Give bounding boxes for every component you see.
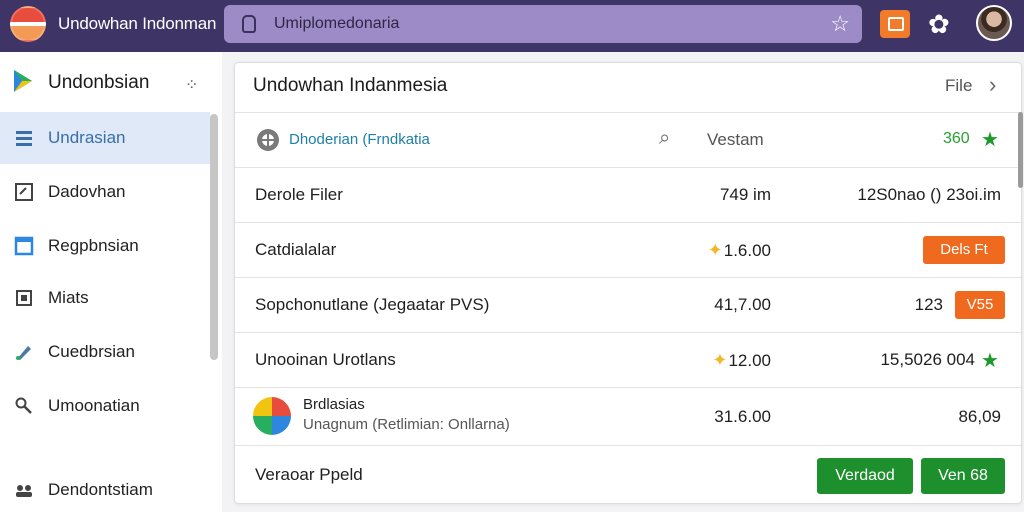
avatar[interactable]: [976, 5, 1012, 41]
sidebar-item-dadovhan[interactable]: Dadovhan: [0, 166, 210, 218]
table-row[interactable]: Derole Filer 749 im 12S0nao () 23oi.im: [235, 168, 1023, 223]
footer-row: Veraoar Ppeld Verdaod Ven 68: [235, 446, 1023, 504]
table-row[interactable]: Catdialalar ✦1.6.00 Dels Ft: [235, 223, 1023, 278]
row-value: 41,7.00: [714, 295, 771, 314]
top-bar: Undowhan Indonman Umiplomedonaria ☆ ✿: [0, 0, 1024, 52]
row-value: 31.6.00: [714, 407, 771, 426]
grid-icon[interactable]: ⁘: [185, 75, 199, 95]
search-icon[interactable]: ⌕: [659, 127, 670, 150]
sidebar-header: Undonbsian ⁘: [0, 52, 222, 110]
sidebar-item-regpbnsian[interactable]: Regpbnsian: [0, 220, 210, 272]
sidebar-item-cuedbrsian[interactable]: Cuedbrsian: [0, 326, 210, 378]
sidebar-item-label: Dadovhan: [48, 182, 126, 201]
table-row[interactable]: Sopchonutlane (Jegaatar PVS) 41,7.00 123…: [235, 278, 1023, 333]
app-icon: [253, 397, 291, 435]
column-header: Vestam: [707, 130, 764, 149]
row-detail: 86,09: [958, 407, 1001, 426]
sidebar-item-label: Regpbnsian: [48, 236, 139, 255]
app-title: Undowhan Indonman: [58, 14, 217, 33]
edit-icon: [15, 183, 33, 201]
tab-icon: [242, 15, 256, 33]
row-value-text: 1.6.00: [723, 241, 771, 260]
address-bar[interactable]: Umiplomedonaria ☆: [224, 5, 862, 43]
row-name: Brdlasias: [303, 396, 365, 413]
status-badge[interactable]: V55: [955, 291, 1005, 319]
brand-logo-icon: [14, 70, 32, 92]
status-badge[interactable]: Dels Ft: [923, 236, 1005, 264]
address-text[interactable]: Umiplomedonaria: [274, 15, 399, 33]
sidebar-item-label: Umoonatian: [48, 396, 140, 415]
row-name: Catdialalar: [255, 240, 337, 259]
sidebar-item-dendontstiam[interactable]: Dendontstiam: [0, 464, 210, 512]
file-link[interactable]: File: [945, 76, 972, 96]
pen-icon: [16, 346, 31, 360]
sidebar-scrollbar[interactable]: [210, 114, 218, 360]
sidebar-item-label: Cuedbrsian: [48, 342, 135, 361]
count-badge: 360: [943, 130, 970, 147]
star-icon[interactable]: ★: [981, 348, 999, 373]
chevron-right-icon[interactable]: ›: [989, 72, 996, 98]
key-icon: [15, 397, 32, 414]
row-value-text: 12.00: [728, 351, 771, 370]
filter-label[interactable]: Dhoderian (Frndkatia: [289, 131, 430, 148]
main-scrollbar[interactable]: [1018, 112, 1023, 188]
sidebar-item-label: Miats: [48, 288, 89, 307]
row-detail: 123: [914, 295, 943, 314]
star-icon[interactable]: ★: [981, 127, 999, 152]
row-name: Sopchonutlane (Jegaatar PVS): [255, 295, 490, 314]
sidebar-title: Undonbsian: [48, 72, 150, 93]
sidebar-item-label: Undrasian: [48, 128, 126, 147]
coin-icon: ✦: [707, 240, 723, 260]
main-panel: Undowhan Indanmesia File › Dhoderian (Fr…: [234, 62, 1023, 504]
row-name: Unooinan Urotlans: [255, 350, 396, 369]
page-title: Undowhan Indanmesia: [253, 75, 448, 96]
window-icon[interactable]: [880, 10, 910, 38]
sidebar-item-miats[interactable]: Miats: [0, 272, 210, 324]
coin-icon: ✦: [712, 350, 728, 370]
table-row[interactable]: Brdlasias Unagnum (Retlimian: Onllarna) …: [235, 388, 1023, 446]
star-icon[interactable]: ☆: [830, 11, 850, 37]
panel-header: Undowhan Indanmesia File ›: [235, 63, 1023, 113]
table-row[interactable]: Unooinan Urotlans ✦12.00 15,5026 004 ★: [235, 333, 1023, 388]
window-icon: [14, 236, 34, 256]
row-value: ✦12.00: [712, 350, 771, 371]
gear-icon[interactable]: ✿: [928, 9, 950, 39]
row-value: 749 im: [719, 185, 771, 204]
app-logo[interactable]: [10, 6, 46, 42]
sidebar-item-umoonatian[interactable]: Umoonatian: [0, 380, 210, 432]
row-value: ✦1.6.00: [708, 240, 771, 261]
sidebar: Undonbsian ⁘ Undrasian Dadovhan Regpbnsi…: [0, 52, 222, 512]
row-description: Unagnum (Retlimian: Onllarna): [303, 416, 510, 433]
media-icon: [16, 290, 32, 306]
row-detail: 12S0nao () 23oi.im: [857, 185, 1001, 204]
footer-label: Veraoar Ppeld: [255, 465, 363, 484]
ven-button[interactable]: Ven 68: [921, 458, 1005, 494]
row-name: Derole Filer: [255, 185, 343, 204]
globe-icon: [257, 129, 279, 151]
verdaod-button[interactable]: Verdaod: [817, 458, 913, 494]
row-detail: 15,5026 004: [880, 350, 975, 369]
group-icon: [16, 485, 32, 497]
filter-row: Dhoderian (Frndkatia ⌕ Vestam 360 ★: [235, 113, 1023, 168]
sidebar-item-undrasian[interactable]: Undrasian: [0, 112, 210, 164]
sidebar-item-label: Dendontstiam: [48, 480, 153, 499]
list-icon: [16, 131, 32, 146]
